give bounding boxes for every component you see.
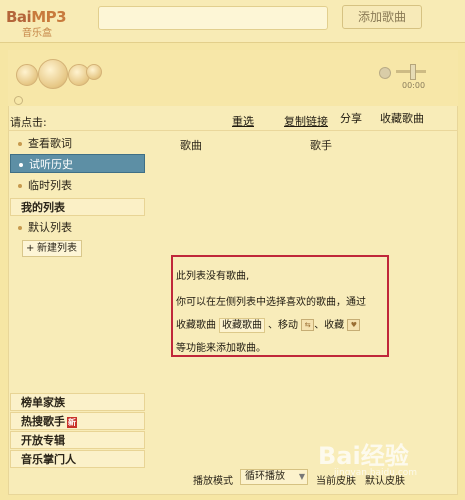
nav-chart-family[interactable]: 榜单家族 xyxy=(10,393,145,411)
sidebar-item-temp-list[interactable]: 临时列表 xyxy=(10,176,145,195)
volume-knob[interactable] xyxy=(410,64,416,80)
plus-icon: + xyxy=(26,243,35,254)
volume-icon[interactable] xyxy=(379,67,391,79)
my-lists-title: 我的列表 xyxy=(10,198,145,216)
heart-icon: ♥ xyxy=(347,319,361,331)
column-song[interactable]: 歌曲 xyxy=(180,137,202,153)
bullet-icon xyxy=(18,141,22,146)
nav-hot-singers[interactable]: 热搜歌手新 xyxy=(10,412,145,430)
bullet-icon xyxy=(18,183,22,188)
favorite-chip: 收藏歌曲 xyxy=(219,318,265,333)
new-list-button[interactable]: + 新建列表 xyxy=(22,240,82,257)
watermark-url: jingyan.baidu.com xyxy=(334,468,418,478)
sidebar-item-default-list[interactable]: 默认列表 xyxy=(10,218,145,237)
sidebar-item-lyrics[interactable]: 查看歌词 xyxy=(10,134,145,153)
empty-line-1: 此列表没有歌曲, xyxy=(176,271,250,282)
play-mode-label: 播放模式 xyxy=(193,476,233,487)
empty-line-3: 收藏歌曲 收藏歌曲 、移动 ⇆ 、收藏 ♥ xyxy=(176,316,361,333)
column-singer[interactable]: 歌手 xyxy=(310,137,332,153)
sidebar-item-history[interactable]: 试听历史 xyxy=(10,154,145,173)
copy-link-link[interactable]: 复制链接 xyxy=(284,113,328,129)
new-badge: 新 xyxy=(67,416,77,428)
add-song-button[interactable]: 添加歌曲 xyxy=(342,5,422,29)
time-display: 00:00 xyxy=(402,81,426,90)
stop-icon[interactable] xyxy=(86,64,102,80)
baidu-watermark: Bai经验 xyxy=(318,442,409,470)
previous-icon[interactable] xyxy=(16,64,38,86)
move-icon: ⇆ xyxy=(301,319,315,331)
toolbar-prompt: 请点击: xyxy=(10,116,47,129)
chevron-down-icon: ▼ xyxy=(298,472,305,481)
reselect-link[interactable]: 重选 xyxy=(232,113,254,129)
bullet-icon xyxy=(18,225,22,230)
progress-handle[interactable] xyxy=(14,96,23,105)
share-button[interactable]: 分享 xyxy=(337,110,365,128)
play-icon[interactable] xyxy=(38,59,68,89)
empty-line-4: 等功能来添加歌曲。 xyxy=(176,343,266,354)
bullet-icon xyxy=(19,162,23,167)
favorite-songs-button[interactable]: 收藏歌曲 xyxy=(377,110,427,128)
search-input[interactable] xyxy=(98,6,328,30)
nav-open-albums[interactable]: 开放专辑 xyxy=(10,431,145,449)
play-mode-select[interactable]: 循环播放 ▼ xyxy=(240,469,308,485)
app-logo-subtitle: 音乐盒 xyxy=(22,28,52,39)
empty-line-2: 你可以在左侧列表中选择喜欢的歌曲，通过 xyxy=(176,297,366,308)
nav-music-masters[interactable]: 音乐掌门人 xyxy=(10,450,145,468)
